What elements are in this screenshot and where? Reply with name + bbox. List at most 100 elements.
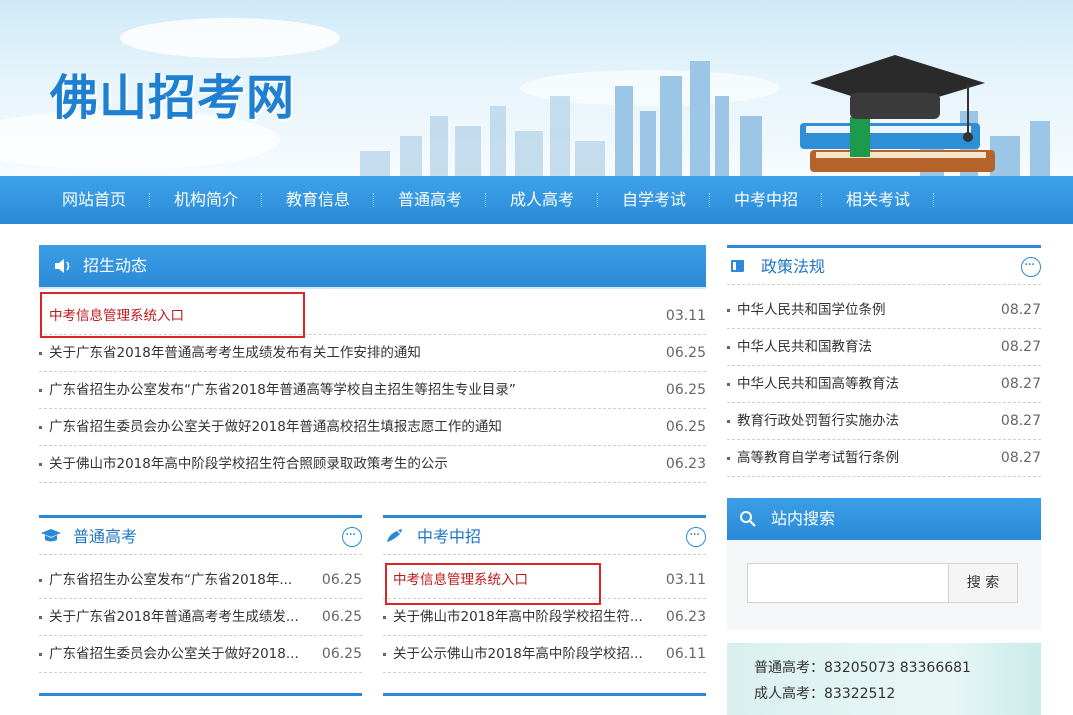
nav-divider [485, 193, 486, 207]
bullet-icon [39, 389, 42, 392]
bullet-icon [39, 463, 42, 466]
nav-divider [821, 193, 822, 207]
site-search-header: 站内搜索 [727, 498, 1041, 540]
list-item-title[interactable]: 关于广东省2018年普通高考考生成绩发... [49, 599, 299, 636]
list-item-date: 08.27 [1000, 339, 1041, 355]
highlight-box [40, 292, 305, 338]
book-icon [731, 260, 744, 272]
nav-divider [373, 193, 374, 207]
nav-item-gaokao[interactable]: 普通高考 [398, 176, 462, 224]
site-search-title: 站内搜索 [771, 509, 836, 528]
nav-item-related-exams[interactable]: 相关考试 [846, 176, 910, 224]
list-item-title[interactable]: 教育行政处罚暂行实施办法 [737, 403, 899, 440]
admission-news-title: 招生动态 [83, 256, 148, 275]
list-item-title[interactable]: 广东省招生办公室发布“广东省2018年普通高等学校自主招生等招生专业目录” [49, 372, 516, 409]
bullet-icon [39, 352, 42, 355]
list-item[interactable]: 中华人民共和国教育法 08.27 [727, 329, 1041, 366]
zhongkao-title: 中考中招 [417, 527, 482, 546]
list-item-date: 03.11 [665, 572, 706, 588]
bullet-icon [39, 653, 42, 656]
more-icon[interactable] [342, 516, 362, 554]
list-item-title[interactable]: 中华人民共和国教育法 [737, 329, 872, 366]
list-item-date: 06.25 [321, 572, 362, 588]
list-item-title[interactable]: 广东省招生委员会办公室关于做好2018年普通高校招生填报志愿工作的通知 [49, 409, 502, 446]
list-item-date: 08.27 [1000, 413, 1041, 429]
list-item-title[interactable]: 中华人民共和国学位条例 [737, 292, 886, 329]
search-icon [740, 511, 756, 527]
list-item[interactable]: 中华人民共和国高等教育法 08.27 [727, 366, 1041, 403]
nav-divider [261, 193, 262, 207]
list-item-title[interactable]: 高等教育自学考试暂行条例 [737, 440, 899, 477]
list-item[interactable]: 高等教育自学考试暂行条例 08.27 [727, 440, 1041, 477]
list-item[interactable]: 关于广东省2018年普通高考考生成绩发布有关工作安排的通知 06.25 [39, 335, 706, 372]
list-item-date: 06.25 [665, 345, 706, 361]
nav-item-self-study-exam[interactable]: 自学考试 [622, 176, 686, 224]
list-item-date: 08.27 [1000, 302, 1041, 318]
nav-item-home[interactable]: 网站首页 [62, 176, 126, 224]
list-item[interactable]: 关于公示佛山市2018年高中阶段学校招... 06.11 [383, 636, 706, 673]
nav-item-education-info[interactable]: 教育信息 [286, 176, 350, 224]
list-item[interactable]: 广东省招生委员会办公室关于做好2018年普通高校招生填报志愿工作的通知 06.2… [39, 409, 706, 446]
list-item[interactable]: 广东省招生办公室发布“广东省2018年... 06.25 [39, 562, 362, 599]
gaokao-header: 普通高考 [39, 515, 362, 555]
list-item[interactable]: 教育行政处罚暂行实施办法 08.27 [727, 403, 1041, 440]
list-item-date: 06.25 [321, 609, 362, 625]
nav-divider [709, 193, 710, 207]
list-item[interactable]: 广东省招生办公室发布“广东省2018年普通高等学校自主招生等招生专业目录” 06… [39, 372, 706, 409]
panel-divider [39, 287, 706, 289]
bullet-icon [727, 457, 730, 460]
list-item[interactable]: 广东省招生委员会办公室关于做好2018... 06.25 [39, 636, 362, 673]
search-input[interactable] [747, 563, 949, 603]
list-item-title[interactable]: 关于佛山市2018年高中阶段学校招生符合照顾录取政策考生的公示 [49, 446, 448, 483]
list-item-date: 06.25 [665, 419, 706, 435]
nav-divider [149, 193, 150, 207]
nav-item-about[interactable]: 机构简介 [174, 176, 238, 224]
list-item-date: 06.23 [665, 609, 706, 625]
more-icon[interactable] [1021, 246, 1041, 284]
list-item-title[interactable]: 广东省招生委员会办公室关于做好2018... [49, 636, 299, 673]
highlight-box [385, 563, 601, 605]
graduation-cap-icon [41, 529, 61, 542]
bullet-icon [39, 426, 42, 429]
header-banner: 佛山招考网 [0, 0, 1073, 176]
list-item-date: 06.25 [665, 382, 706, 398]
list-item-date: 08.27 [1000, 376, 1041, 392]
speaker-icon [55, 259, 70, 273]
list-item[interactable]: 中华人民共和国学位条例 08.27 [727, 292, 1041, 329]
bullet-icon [39, 616, 42, 619]
list-item-title[interactable]: 广东省招生办公室发布“广东省2018年... [49, 562, 292, 599]
list-item-title[interactable]: 关于公示佛山市2018年高中阶段学校招... [393, 636, 643, 673]
list-item-date: 03.11 [665, 308, 706, 324]
nav-divider [933, 193, 934, 207]
site-logo[interactable]: 佛山招考网 [50, 58, 295, 128]
list-item[interactable]: 关于佛山市2018年高中阶段学校招生符合照顾录取政策考生的公示 06.23 [39, 446, 706, 483]
bullet-icon [727, 383, 730, 386]
list-item-title[interactable]: 中华人民共和国高等教育法 [737, 366, 899, 403]
list-item-title[interactable]: 关于广东省2018年普通高考考生成绩发布有关工作安排的通知 [49, 335, 421, 372]
list-item-date: 08.27 [1000, 450, 1041, 466]
bullet-icon [727, 346, 730, 349]
nav-item-adult-exam[interactable]: 成人高考 [510, 176, 574, 224]
policy-title: 政策法规 [761, 257, 826, 276]
bullet-icon [383, 616, 386, 619]
contact-box: 普通高考：83205073 83366681 成人高考：83322512 [727, 643, 1041, 715]
nav-item-zhongkao[interactable]: 中考中招 [734, 176, 798, 224]
bullet-icon [727, 309, 730, 312]
self-study-header-partial [39, 693, 362, 715]
bullet-icon [383, 653, 386, 656]
list-item-date: 06.23 [665, 456, 706, 472]
list-item-date: 06.25 [321, 646, 362, 662]
gaokao-title: 普通高考 [73, 527, 138, 546]
contact-line: 成人高考：83322512 [754, 686, 896, 702]
search-button[interactable]: 搜 索 [948, 563, 1018, 603]
more-icon[interactable] [686, 516, 706, 554]
pen-icon [387, 529, 402, 542]
list-item[interactable]: 关于广东省2018年普通高考考生成绩发... 06.25 [39, 599, 362, 636]
nav-divider [597, 193, 598, 207]
graduation-cap-books-icon [800, 55, 995, 172]
adult-exam-header-partial [383, 693, 706, 715]
list-item-date: 06.11 [665, 646, 706, 662]
bullet-icon [727, 420, 730, 423]
bullet-icon [39, 579, 42, 582]
main-nav: 网站首页 机构简介 教育信息 普通高考 成人高考 自学考试 中考中招 相关考试 [0, 176, 1073, 224]
